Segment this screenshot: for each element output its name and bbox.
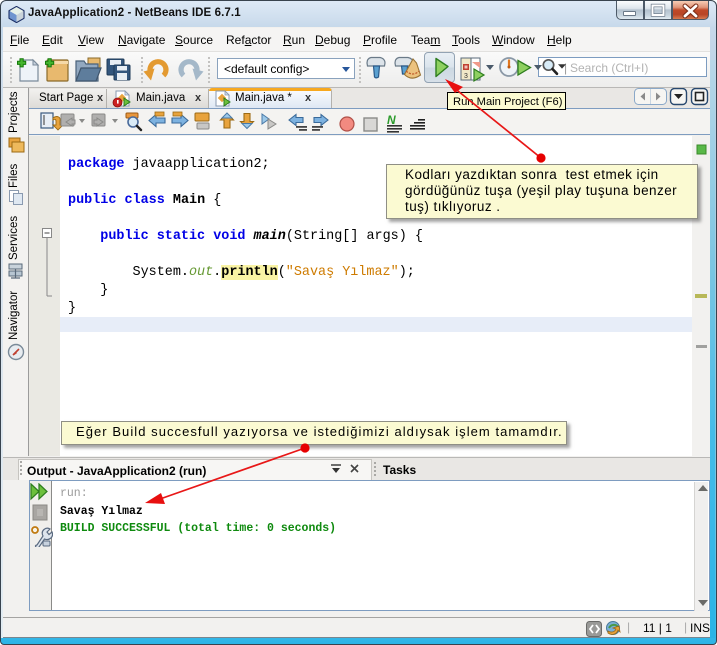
svg-text:3: 3 — [464, 73, 468, 80]
svg-text:N: N — [387, 113, 396, 127]
